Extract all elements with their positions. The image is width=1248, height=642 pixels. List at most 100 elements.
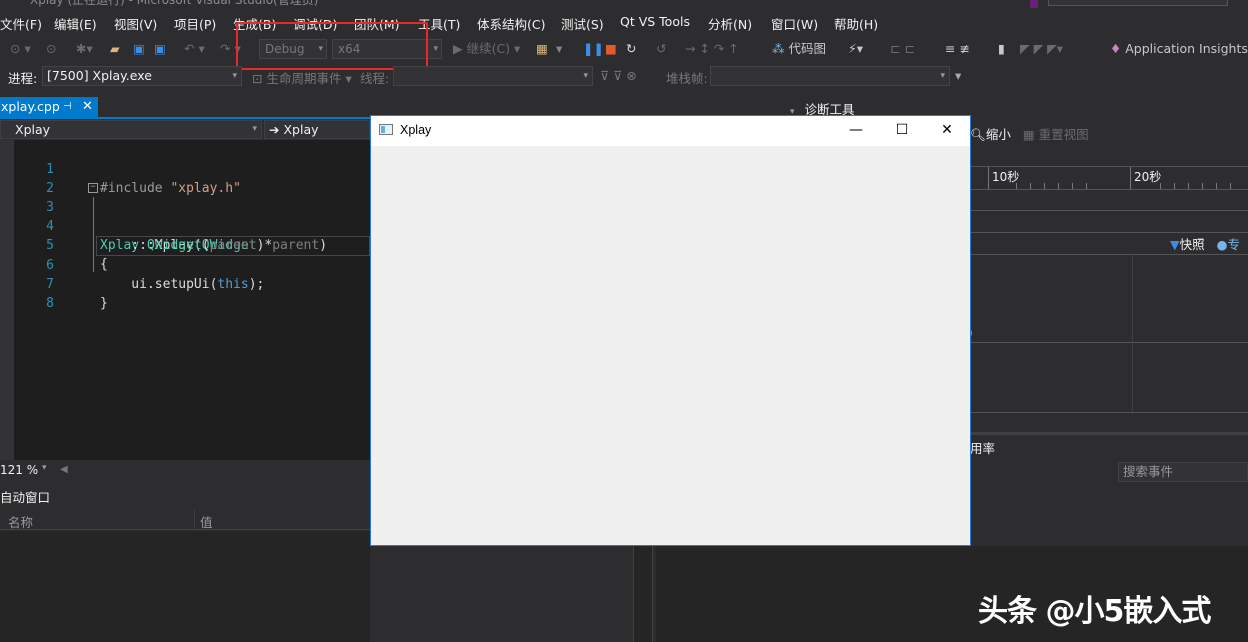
open-file-icon[interactable]: ▰ bbox=[110, 39, 120, 59]
snapshot-legend[interactable]: ▼快照 bbox=[1170, 237, 1205, 252]
bookmark-icons[interactable]: ⊏ ⊏ bbox=[890, 39, 915, 59]
autos-list[interactable] bbox=[0, 531, 370, 642]
code-editor[interactable]: 1 #include "xplay.h" 2 3 − Xplay::Xplay(… bbox=[0, 140, 370, 460]
qt-app-window[interactable]: Xplay — ☐ ✕ bbox=[370, 115, 971, 546]
menu-architecture[interactable]: 体系结构(C) bbox=[477, 14, 545, 33]
snapshot-label: 快照 bbox=[1179, 237, 1205, 252]
feedback-icon[interactable] bbox=[1030, 0, 1038, 8]
member-select[interactable]: ➔ Xplay bbox=[264, 120, 370, 139]
tab-cpu-usage[interactable]: 用率 bbox=[970, 438, 995, 457]
chevron-down-icon[interactable]: ▾ bbox=[42, 463, 47, 473]
menu-view[interactable]: 视图(V) bbox=[114, 14, 157, 33]
ruler-tick bbox=[1188, 183, 1189, 189]
timeline-ruler[interactable]: 10秒 20秒 bbox=[970, 166, 1248, 190]
autos-header: 名称 值 bbox=[0, 510, 370, 530]
column-divider[interactable] bbox=[194, 510, 195, 530]
forward-icon[interactable]: ⊙ bbox=[46, 39, 56, 59]
application-insights-label: Application Insights bbox=[1125, 41, 1248, 56]
code-line: 8 bbox=[0, 275, 370, 311]
restart-icon[interactable]: ↻ bbox=[626, 39, 636, 59]
highlight-annotation bbox=[236, 22, 428, 70]
back-icon[interactable]: ⊙ ▾ bbox=[10, 39, 31, 59]
pin-icon[interactable]: ⊣ bbox=[63, 97, 72, 117]
private-bytes-legend[interactable]: ●专 bbox=[1217, 237, 1240, 252]
lightbulb-icon: ♦ bbox=[1110, 41, 1122, 56]
chevron-down-icon: ▾ bbox=[232, 71, 237, 81]
application-insights-button[interactable]: ♦ Application Insights bbox=[1110, 39, 1248, 59]
close-icon[interactable]: ✕ bbox=[82, 97, 93, 117]
divider bbox=[970, 210, 1248, 211]
lifecycle-events-button[interactable]: ⊡ 生命周期事件 ▾ bbox=[252, 68, 352, 87]
menu-window[interactable]: 窗口(W) bbox=[771, 14, 818, 33]
thread-filter-icons[interactable]: ⊽ ⊽ ⊗ bbox=[600, 68, 637, 83]
comment-icons[interactable]: ≡ ≢ bbox=[945, 39, 970, 59]
autos-window-title[interactable]: 自动窗口 bbox=[0, 488, 370, 508]
code-map-button[interactable]: ⁂ 代码图 bbox=[772, 39, 826, 59]
breakpoint-icon[interactable]: ⚡▾ bbox=[848, 39, 863, 59]
chevron-down-icon: ▾ bbox=[433, 44, 438, 54]
dropdown-icon[interactable]: ▾ bbox=[556, 39, 562, 59]
standard-toolbar: ⊙ ▾ ⊙ ✱▾ ▰ ▣ ▣ ↶ ▾ ↷ ▾ Debug ▾ x64 ▾ ▶ 继… bbox=[0, 36, 1248, 62]
debug-location-bar: 进程: [7500] Xplay.exe ▾ ⊡ 生命周期事件 ▾ 线程: ▾ … bbox=[0, 64, 1248, 88]
continue-button[interactable]: ▶ 继续(C) ▾ bbox=[453, 39, 520, 59]
chevron-down-icon: ▾ bbox=[252, 124, 257, 134]
editor-tab-strip: xplay.cpp ⊣ ✕ bbox=[0, 97, 370, 119]
zoom-level[interactable]: 121 % bbox=[0, 463, 38, 477]
qt-titlebar[interactable]: Xplay — ☐ ✕ bbox=[371, 116, 970, 146]
new-project-icon[interactable]: ✱▾ bbox=[76, 39, 93, 59]
zoom-out-button[interactable]: 🔍︎缩小 bbox=[970, 127, 1011, 142]
menu-bar: 文件(F) 编辑(E) 视图(V) 项目(P) 生成(B) 调试(D) 团队(M… bbox=[0, 10, 1248, 34]
column-value[interactable]: 值 bbox=[200, 512, 213, 531]
stop-icon[interactable]: ■ bbox=[605, 39, 617, 59]
column-name[interactable]: 名称 bbox=[8, 512, 33, 531]
close-button[interactable]: ✕ bbox=[924, 116, 970, 146]
save-all-icon[interactable]: ▣ bbox=[154, 39, 166, 59]
overflow-icon[interactable]: ▾ bbox=[955, 68, 961, 83]
menu-project[interactable]: 项目(P) bbox=[174, 14, 216, 33]
legend-row: ▼快照 ●专 bbox=[1170, 234, 1240, 253]
chevron-down-icon: ▾ bbox=[583, 71, 588, 81]
ruler-tick bbox=[1216, 183, 1217, 189]
menu-file[interactable]: 文件(F) bbox=[0, 14, 42, 33]
minimize-button[interactable]: — bbox=[833, 116, 879, 146]
quick-launch-input[interactable] bbox=[1048, 0, 1228, 6]
collapse-icon[interactable]: − bbox=[88, 183, 98, 193]
undo-icon[interactable]: ↶ ▾ bbox=[184, 39, 205, 59]
save-icon[interactable]: ▣ bbox=[133, 39, 145, 59]
bookmark-icon[interactable]: ▮ bbox=[998, 39, 1005, 59]
stack-frame-select[interactable]: ▾ bbox=[710, 66, 950, 86]
dot-icon: ● bbox=[1216, 237, 1228, 252]
search-events-input[interactable]: 搜索事件 bbox=[1118, 462, 1248, 482]
scope-select[interactable]: Xplay ▾ bbox=[0, 120, 262, 139]
menu-analyze[interactable]: 分析(N) bbox=[708, 14, 752, 33]
ruler-tick bbox=[1072, 183, 1073, 189]
window-titlebar: Xplay (正在运行) - Microsoft Visual Studio(管… bbox=[0, 0, 1248, 8]
maximize-button[interactable]: ☐ bbox=[879, 116, 925, 146]
ruler-tick bbox=[1044, 183, 1045, 189]
scroll-left-icon[interactable]: ◀ bbox=[60, 464, 68, 475]
bookmark-nav-icons[interactable]: ◤ ◤ ◤▾ bbox=[1020, 39, 1063, 59]
diagnostic-toolbar: 🔍︎缩小 ▦ 重置视图 bbox=[970, 124, 1089, 143]
step-into-icon[interactable]: → ↕ ↷ ↑ bbox=[685, 39, 739, 59]
process-icon[interactable]: ▦ bbox=[536, 39, 548, 59]
member-value: Xplay bbox=[283, 122, 319, 137]
divider bbox=[970, 432, 1248, 435]
code-line: 7 } bbox=[0, 256, 370, 311]
divider bbox=[970, 412, 1248, 413]
menu-test[interactable]: 测试(S) bbox=[561, 14, 604, 33]
pause-icon[interactable]: ❚❚ bbox=[583, 39, 604, 59]
continue-label: 继续(C) bbox=[466, 41, 511, 56]
process-label: 进程: bbox=[8, 71, 38, 86]
process-select[interactable]: [7500] Xplay.exe ▾ bbox=[42, 66, 242, 86]
thread-select[interactable]: ▾ bbox=[393, 66, 593, 86]
menu-qt-vs-tools[interactable]: Qt VS Tools bbox=[620, 14, 690, 29]
tab-xplay-cpp[interactable]: xplay.cpp ⊣ ✕ bbox=[0, 97, 98, 117]
reset-view-button[interactable]: ▦ 重置视图 bbox=[1023, 127, 1089, 142]
code-map-icon: ⁂ bbox=[772, 41, 785, 56]
menu-help[interactable]: 帮助(H) bbox=[834, 14, 878, 33]
menu-edit[interactable]: 编辑(E) bbox=[54, 14, 97, 33]
ruler-tick bbox=[1058, 183, 1059, 189]
pane-splitter[interactable] bbox=[633, 546, 653, 642]
show-next-statement-icon[interactable]: ↺ bbox=[656, 39, 666, 59]
private-bytes-label: 专 bbox=[1227, 237, 1241, 252]
